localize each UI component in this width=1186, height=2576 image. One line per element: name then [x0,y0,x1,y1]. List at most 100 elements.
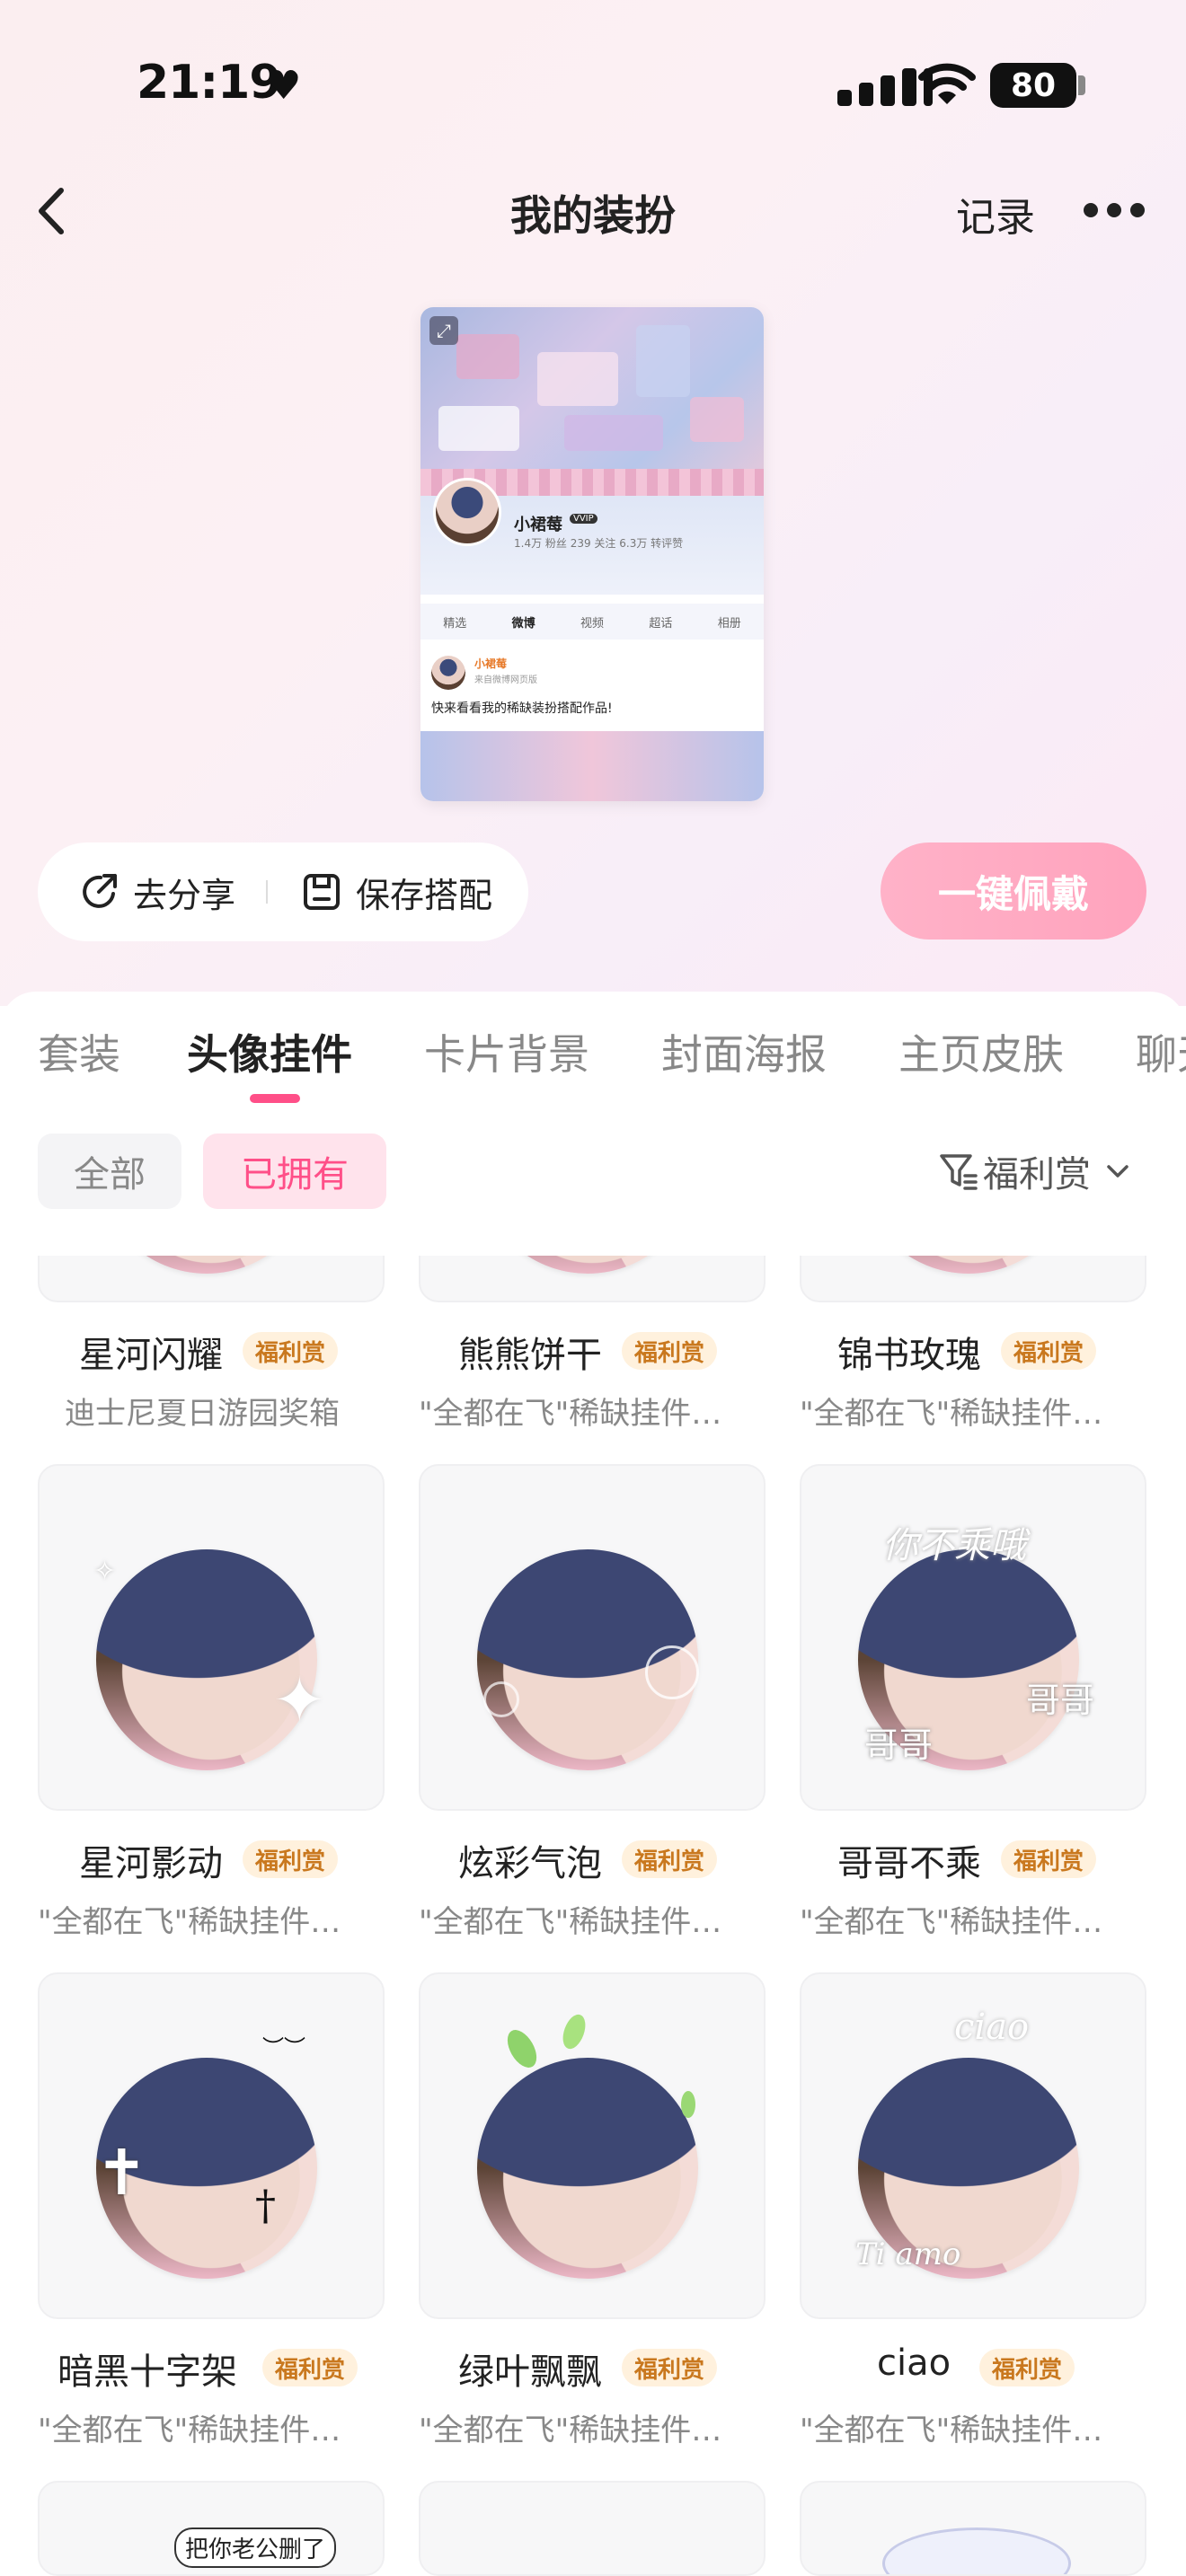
reward-badge: 福利赏 [262,2349,358,2386]
expand-icon[interactable]: ⤢ [429,316,458,345]
pendant-text: 你不乘哦 [882,1525,1026,1566]
preview-vip-badge: VVIP [570,514,597,524]
status-bar: 21:19 ♥ 80 [0,0,1186,171]
pendant-avatar-preview [477,2058,698,2279]
item-name: ciao [877,2342,951,2384]
item-source: "全都在飞"稀缺挂件… [800,1396,1103,1432]
sparkle-icon: ✧ [93,1556,117,1587]
filter-all[interactable]: 全部 [38,1134,181,1209]
preview-post-name: 小裙莓 [474,657,508,670]
leaf-icon [681,2091,695,2118]
item-source: "全都在飞"稀缺挂件… [38,1904,341,1940]
pendant-card[interactable]: ✦ ✧ [38,1464,385,1811]
item-source: "全都在飞"稀缺挂件… [38,2413,341,2448]
preview-cover-banner [420,307,764,496]
sort-label: 福利赏 [983,1154,1091,1195]
pendant-text: 把你老公删了 [174,2527,337,2568]
preview-post: 小裙莓 来自微博网页版 快来看看我的稀缺装扮搭配作品! [420,645,764,801]
share-label: 去分享 [133,875,236,915]
preview-post-card-background [420,731,764,801]
chevron-down-icon [1107,1165,1128,1178]
pendant-card[interactable]: 你不乘哦 哥哥 哥哥 [800,1464,1146,1811]
pendant-text: Ti amo [855,2236,961,2272]
heart-icon: ♥ [266,63,302,109]
save-outfit-button[interactable]: 保存搭配 [300,842,492,941]
share-icon [83,874,117,908]
preview-post-source: 来自微博网页版 [474,675,537,685]
item-name: 绿叶飘飘 [458,2351,602,2393]
item-source: "全都在飞"稀缺挂件… [419,2413,722,2448]
pendant-avatar-preview [96,1549,317,1770]
preview-post-avatar [431,656,465,690]
tab-suit[interactable]: 套装 [38,1022,120,1081]
share-save-pill: 去分享 保存搭配 [38,842,528,941]
preview-tab: 相册 [717,616,741,631]
cross-icon: ✝ [95,2136,148,2210]
preview-avatar [433,478,501,546]
item-name: 炫彩气泡 [458,1843,602,1884]
item-name: 锦书玫瑰 [837,1335,981,1376]
item-name: 暗黑十字架 [58,2351,237,2393]
sort-dropdown[interactable]: 福利赏 [938,1144,1136,1198]
preview-tab: 超话 [649,616,673,631]
profile-preview-card[interactable]: ⤢ 小裙莓 VVIP 1.4万 粉丝 239 关注 6.3万 转评赞 精选 微博… [420,307,764,801]
reward-badge: 福利赏 [622,2349,718,2386]
item-source: "全都在飞"稀缺挂件… [419,1904,722,1940]
active-tab-indicator [250,1094,300,1103]
leaf-icon [501,2025,543,2073]
pendant-card[interactable] [800,2481,1146,2576]
save-icon [304,874,340,910]
preview-tab: 视频 [580,616,604,631]
preview-tab: 微博 [511,616,535,631]
item-name: 哥哥不乘 [837,1843,981,1884]
record-link[interactable]: 记录 [956,185,1035,243]
reward-badge: 福利赏 [1001,1332,1097,1370]
battery-nub [1078,75,1085,95]
share-button[interactable]: 去分享 [77,842,235,941]
bubble-icon [483,1681,519,1717]
nav-bar: 我的装扮 记录 [0,171,1186,251]
pendant-card[interactable]: ✝ † ︶︶ [38,1972,385,2319]
preview-stats: 1.4万 粉丝 239 关注 6.3万 转评赞 [514,537,684,550]
item-source: "全都在飞"稀缺挂件… [800,2413,1103,2448]
reward-badge: 福利赏 [979,2349,1075,2386]
tab-avatar-pendant[interactable]: 头像挂件 [187,1022,352,1081]
reward-badge: 福利赏 [622,1332,718,1370]
leaf-icon [558,2011,590,2052]
category-tabs: 套装 头像挂件 卡片背景 封面海报 主页皮肤 聊天 [0,992,1186,1099]
tab-cover-poster[interactable]: 封面海报 [661,1022,827,1081]
pendant-text: ciao [954,2007,1030,2048]
reward-badge: 福利赏 [243,1840,339,1878]
item-source: "全都在飞"稀缺挂件… [800,1904,1103,1940]
item-name: 熊熊饼干 [458,1335,602,1376]
pendant-card[interactable]: ciao Ti amo [800,1972,1146,2319]
status-time: 21:19 [137,56,282,110]
pendant-card[interactable] [419,1464,766,1811]
pendant-text: 哥哥 [864,1725,934,1765]
pendant-card[interactable] [419,2481,766,2576]
filter-owned[interactable]: 已拥有 [203,1134,386,1209]
more-options-icon[interactable] [1084,203,1146,221]
wifi-icon [918,63,976,104]
tab-homepage-skin[interactable]: 主页皮肤 [898,1022,1064,1081]
bird-icon: ︶︶ [262,2035,305,2060]
item-name: 星河影动 [79,1843,223,1884]
pendant-text: 哥哥 [1026,1681,1095,1720]
cloud-frame-icon [882,2527,1071,2574]
cross-icon: † [255,2181,276,2229]
preview-post-text: 快来看看我的稀缺装扮搭配作品! [431,701,613,716]
wear-all-button[interactable]: 一键佩戴 [881,842,1146,940]
save-label: 保存搭配 [356,875,493,915]
sparkle-icon: ✦ [273,1663,326,1737]
preview-username: 小裙莓 [514,516,562,534]
pendant-card[interactable]: 把你老公删了 [38,2481,385,2576]
tab-card-background[interactable]: 卡片背景 [424,1022,589,1081]
filter-icon [940,1154,978,1190]
reward-badge: 福利赏 [622,1840,718,1878]
tab-chat[interactable]: 聊天 [1136,1022,1186,1081]
item-source: "全都在飞"稀缺挂件… [419,1396,722,1432]
item-name: 星河闪耀 [79,1335,223,1376]
reward-badge: 福利赏 [243,1332,339,1370]
bubble-icon [645,1645,699,1699]
pendant-card[interactable] [419,1972,766,2319]
